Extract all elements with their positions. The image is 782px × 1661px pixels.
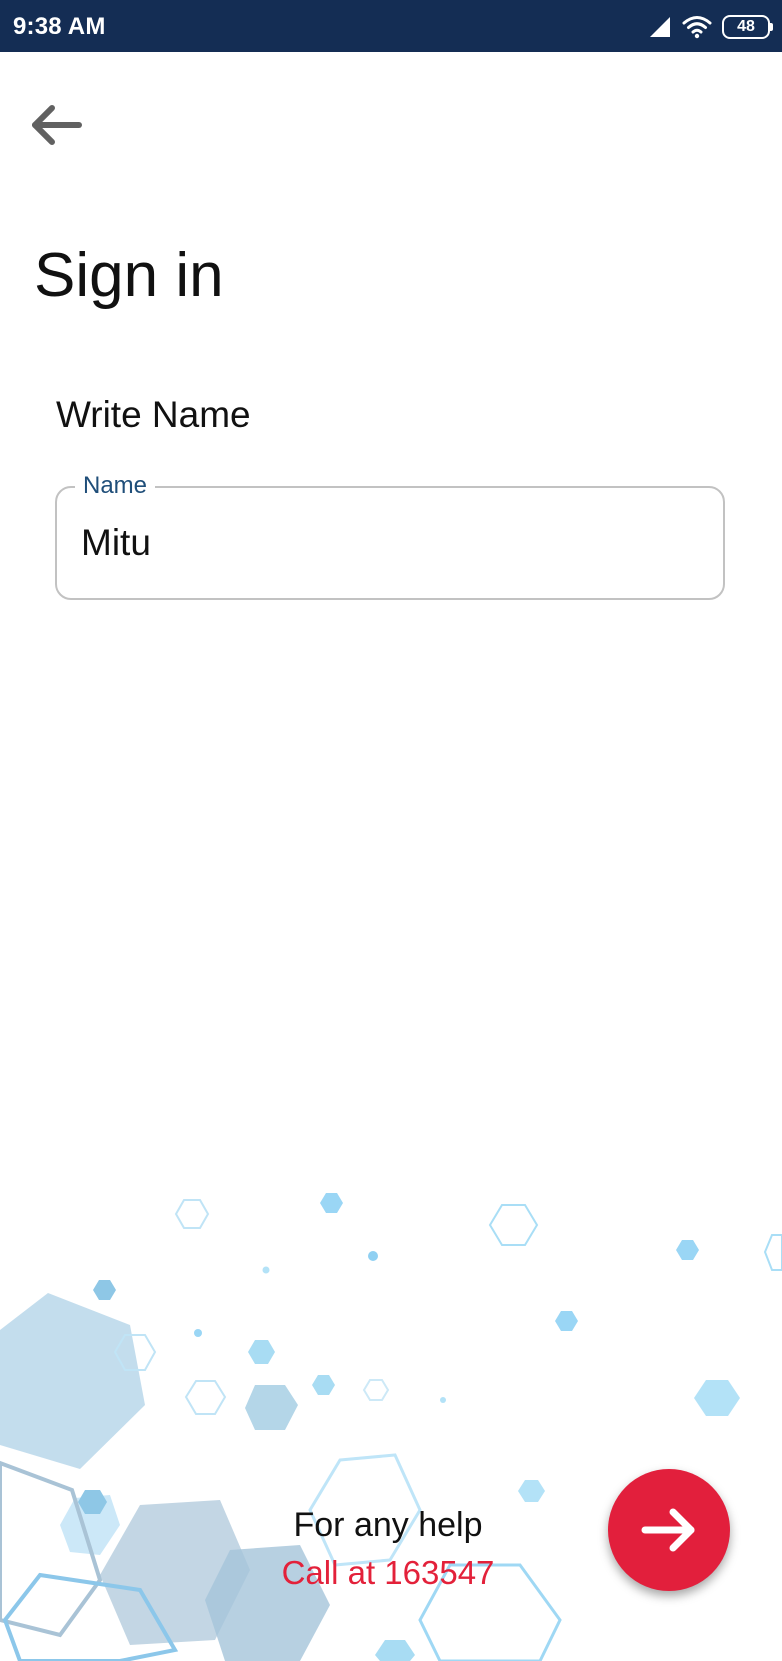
signal-icon [650,17,670,37]
name-field[interactable]: Name [55,471,725,600]
status-time: 9:38 AM [13,13,106,40]
name-field-label: Name [75,471,156,501]
next-button[interactable] [608,1469,730,1591]
name-input[interactable] [81,518,691,568]
arrow-right-icon [641,1508,695,1552]
battery-icon: 48 [722,15,773,39]
field-heading: Write Name [56,394,251,435]
help-text: For any help [293,1506,483,1544]
status-icons: 48 [648,12,773,42]
back-button[interactable] [26,98,86,152]
call-help-link[interactable]: Call at 163547 [240,1553,536,1593]
arrow-left-icon [32,105,82,145]
page-title: Sign in [34,241,224,310]
wifi-icon [682,16,712,39]
status-bar: 9:38 AM 48 [0,0,782,52]
